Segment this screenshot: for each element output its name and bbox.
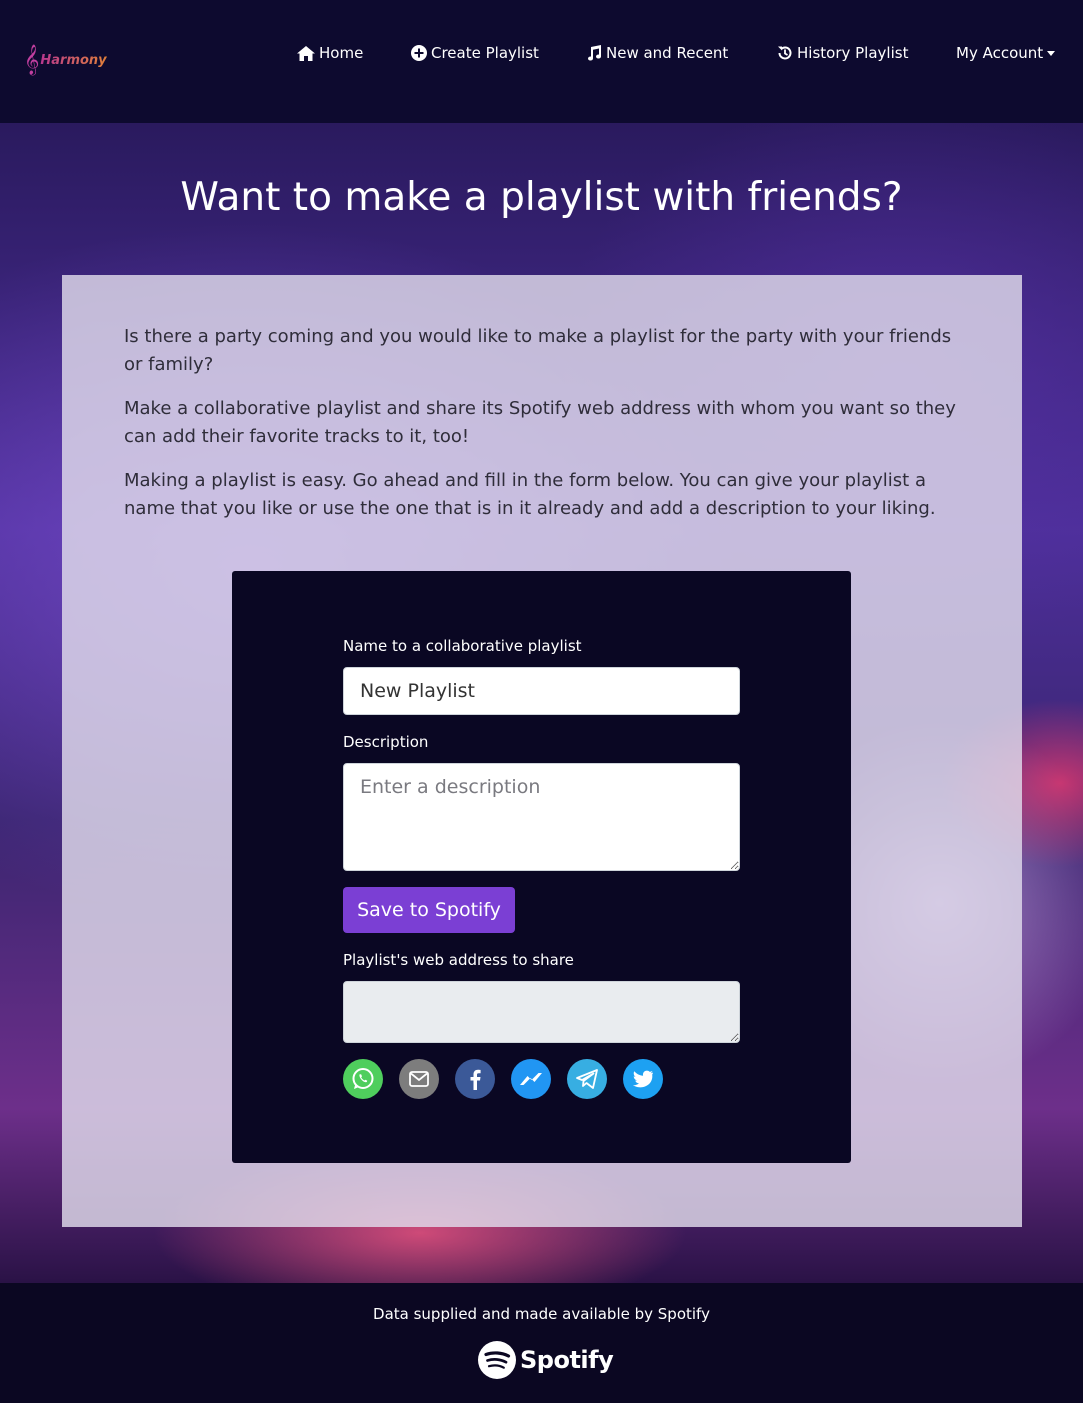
email-icon	[409, 1071, 429, 1087]
spotify-icon	[478, 1341, 516, 1379]
nav-account-label: My Account	[956, 44, 1044, 62]
facebook-icon	[470, 1069, 481, 1090]
intro-paragraph-3: Making a playlist is easy. Go ahead and …	[124, 470, 936, 519]
nav-my-account-dropdown[interactable]: My Account	[956, 42, 1056, 64]
nav-history-playlist[interactable]: History Playlist	[777, 42, 908, 64]
share-buttons	[343, 1059, 663, 1099]
playlist-form: Name to a collaborative playlist Descrip…	[232, 571, 851, 1163]
intro-text: Is there a party coming and you would li…	[124, 323, 964, 539]
playlist-url-field[interactable]	[343, 981, 740, 1043]
page-title: Want to make a playlist with friends?	[180, 175, 903, 220]
share-telegram-button[interactable]	[567, 1059, 607, 1099]
nav-links: Home Create Playlist New and Recent Hist…	[0, 0, 1083, 104]
navbar: 𝄞 Harmony Home Create Playlist New and R…	[0, 0, 1083, 123]
description-textarea[interactable]	[343, 763, 740, 871]
nav-new-and-recent[interactable]: New and Recent	[586, 42, 728, 64]
home-icon	[297, 45, 315, 61]
plus-circle-icon	[411, 45, 427, 61]
description-label: Description	[343, 733, 429, 751]
nav-home[interactable]: Home	[297, 42, 363, 64]
nav-history-label: History Playlist	[797, 44, 909, 62]
share-messenger-button[interactable]	[511, 1059, 551, 1099]
messenger-icon	[520, 1073, 542, 1085]
spotify-wordmark: Spotify	[520, 1346, 614, 1374]
whatsapp-icon	[352, 1068, 374, 1089]
intro-paragraph-1: Is there a party coming and you would li…	[124, 326, 952, 375]
hero-section: Want to make a playlist with friends? Is…	[0, 123, 1083, 1283]
share-twitter-button[interactable]	[623, 1059, 663, 1099]
share-email-button[interactable]	[399, 1059, 439, 1099]
name-label: Name to a collaborative playlist	[343, 637, 582, 655]
twitter-icon	[632, 1070, 653, 1088]
spotify-logo[interactable]: Spotify	[478, 1341, 614, 1379]
playlist-name-input[interactable]	[343, 667, 740, 715]
telegram-icon	[576, 1069, 598, 1089]
url-label: Playlist's web address to share	[343, 951, 574, 969]
nav-create-playlist[interactable]: Create Playlist	[411, 42, 539, 64]
footer-credit: Data supplied and made available by Spot…	[373, 1305, 710, 1323]
content-panel: Is there a party coming and you would li…	[62, 275, 1022, 1227]
save-to-spotify-button[interactable]: Save to Spotify	[343, 887, 515, 933]
share-facebook-button[interactable]	[455, 1059, 495, 1099]
caret-down-icon	[1047, 50, 1056, 56]
share-whatsapp-button[interactable]	[343, 1059, 383, 1099]
music-note-icon	[588, 45, 602, 61]
intro-paragraph-2: Make a collaborative playlist and share …	[124, 398, 956, 447]
nav-create-label: Create Playlist	[431, 44, 539, 62]
nav-recent-label: New and Recent	[606, 44, 729, 62]
footer: Data supplied and made available by Spot…	[0, 1283, 1083, 1403]
history-icon	[778, 46, 792, 60]
nav-home-label: Home	[319, 44, 364, 62]
